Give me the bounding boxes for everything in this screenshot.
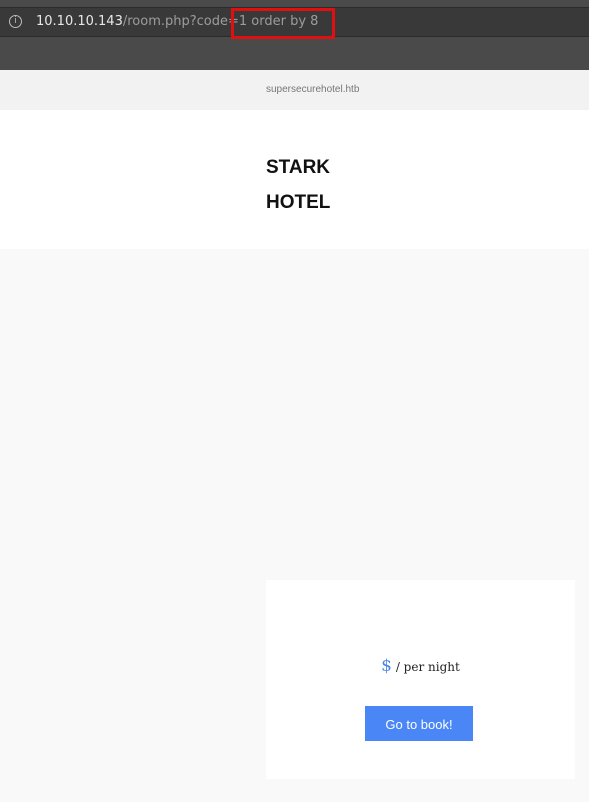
browser-chrome: i 10.10.10.143/room.php?code=1 order by … xyxy=(0,0,589,70)
hotel-name-line1: STARK xyxy=(266,157,331,178)
site-domain: supersecurehotel.htb xyxy=(266,84,360,95)
go-to-book-button[interactable]: Go to book! xyxy=(365,706,473,741)
price-line: $ / per night xyxy=(266,656,575,676)
highlight-box xyxy=(231,8,335,39)
domain-strip: supersecurehotel.htb xyxy=(0,70,589,110)
hotel-header: STARK HOTEL xyxy=(0,110,589,249)
page: i 10.10.10.143/room.php?code=1 order by … xyxy=(0,0,589,802)
info-icon[interactable]: i xyxy=(9,15,22,28)
price-per-night: / per night xyxy=(395,660,460,674)
price-currency: $ xyxy=(381,656,392,676)
url-host: 10.10.10.143 xyxy=(36,14,123,29)
hotel-name[interactable]: STARK HOTEL xyxy=(266,150,386,220)
booking-card: $ / per night Go to book! xyxy=(266,580,575,779)
hotel-name-line2: HOTEL xyxy=(266,192,331,213)
